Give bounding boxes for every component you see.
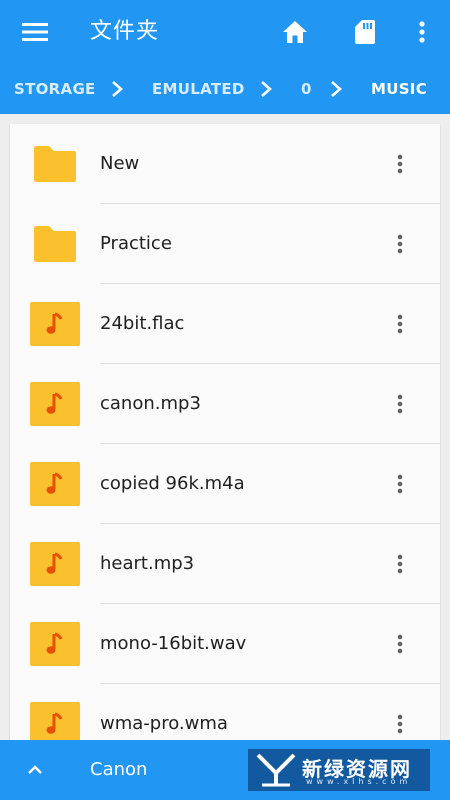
- breadcrumb: STORAGE EMULATED 0 MUSIC: [0, 64, 450, 114]
- audio-file-icon: [30, 302, 80, 346]
- list-item[interactable]: wma-pro.wma: [10, 684, 440, 744]
- file-name: heart.mp3: [100, 553, 195, 574]
- file-name: 24bit.flac: [100, 313, 185, 334]
- audio-file-icon: [30, 462, 80, 506]
- more-vert-icon[interactable]: [386, 228, 414, 260]
- more-vert-icon[interactable]: [386, 548, 414, 580]
- folder-icon: [34, 146, 76, 182]
- sd-card-icon[interactable]: [350, 16, 380, 48]
- file-name: wma-pro.wma: [100, 713, 228, 734]
- watermark-logo: 新绿资源网 www.xlhs.com: [248, 749, 430, 791]
- audio-file-icon: [30, 702, 80, 744]
- audio-file-icon: [30, 622, 80, 666]
- more-vert-icon[interactable]: [386, 708, 414, 740]
- hamburger-menu-icon[interactable]: [14, 16, 56, 48]
- breadcrumb-item-emulated[interactable]: EMULATED: [152, 64, 245, 114]
- file-name: Practice: [100, 233, 172, 254]
- breadcrumb-item-0[interactable]: 0: [301, 64, 312, 114]
- watermark-y-icon: [256, 753, 296, 787]
- folder-icon: [34, 226, 76, 262]
- app-title: 文件夹: [90, 19, 160, 44]
- watermark-subtext: www.xlhs.com: [306, 777, 412, 786]
- chevron-right-icon: [112, 81, 123, 97]
- file-list: New Practice 24bit.flac canon.mp3 copied…: [10, 124, 440, 744]
- audio-file-icon: [30, 542, 80, 586]
- chevron-right-icon: [261, 81, 272, 97]
- list-item[interactable]: Practice: [10, 204, 440, 284]
- list-item[interactable]: heart.mp3: [10, 524, 440, 604]
- file-name: New: [100, 153, 140, 174]
- more-vert-icon[interactable]: [386, 468, 414, 500]
- list-item[interactable]: copied 96k.m4a: [10, 444, 440, 524]
- breadcrumb-item-storage[interactable]: STORAGE: [14, 64, 96, 114]
- more-vert-icon[interactable]: [386, 628, 414, 660]
- file-name: mono-16bit.wav: [100, 633, 247, 654]
- now-playing-title[interactable]: Canon: [90, 758, 147, 782]
- more-vert-icon[interactable]: [386, 308, 414, 340]
- more-vert-icon[interactable]: [386, 388, 414, 420]
- list-item[interactable]: mono-16bit.wav: [10, 604, 440, 684]
- list-item[interactable]: canon.mp3: [10, 364, 440, 444]
- file-name: canon.mp3: [100, 393, 201, 414]
- chevron-right-icon: [331, 81, 342, 97]
- more-vert-icon[interactable]: [386, 148, 414, 180]
- breadcrumb-item-music[interactable]: MUSIC: [371, 64, 427, 114]
- list-item[interactable]: New: [10, 124, 440, 204]
- more-vert-icon[interactable]: [410, 16, 434, 48]
- chevron-up-icon[interactable]: [20, 756, 50, 784]
- app-bar: 文件夹: [0, 0, 450, 64]
- home-icon[interactable]: [280, 16, 310, 48]
- audio-file-icon: [30, 382, 80, 426]
- file-name: copied 96k.m4a: [100, 473, 245, 494]
- list-item[interactable]: 24bit.flac: [10, 284, 440, 364]
